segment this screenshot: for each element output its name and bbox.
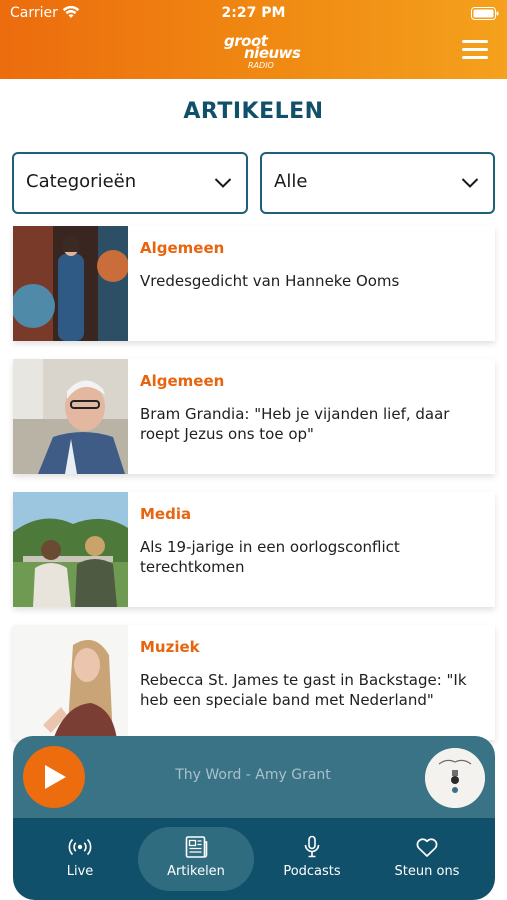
hamburger-menu-icon[interactable]	[462, 40, 488, 62]
article-title[interactable]: Vredesgedicht van Hanneke Ooms	[140, 271, 480, 291]
app-header: Carrier 2:27 PM groot nieuws RADIO	[0, 0, 507, 79]
clock: 2:27 PM	[221, 5, 286, 21]
now-playing-title: Thy Word - Amy Grant	[175, 767, 331, 783]
play-icon	[45, 765, 66, 789]
article-title[interactable]: Als 19-jarige in een oorlogsconflict ter…	[140, 537, 480, 577]
article-thumbnail	[13, 359, 128, 474]
album-art[interactable]	[425, 748, 485, 808]
logo-line-3: RADIO	[248, 61, 274, 70]
tab-label: Podcasts	[283, 864, 341, 879]
mini-player: Thy Word - Amy Grant	[13, 736, 495, 820]
page-title: ARTIKELEN	[183, 99, 324, 124]
chevron-down-icon	[461, 178, 479, 188]
article-title[interactable]: Bram Grandia: "Heb je vijanden lief, daa…	[140, 404, 480, 444]
tab-artikelen[interactable]: Artikelen	[138, 827, 254, 891]
scope-dropdown[interactable]: Alle	[260, 152, 495, 214]
broadcast-icon	[68, 838, 92, 856]
bottom-tab-bar: Live Artikelen Podcasts Steun ons	[13, 818, 495, 900]
article-category: Algemeen	[140, 372, 225, 390]
tab-steun-ons[interactable]: Steun ons	[369, 827, 485, 891]
article-category: Algemeen	[140, 239, 225, 257]
scope-dropdown-value: Alle	[274, 171, 308, 192]
battery-icon	[471, 7, 499, 20]
logo-line-2: nieuws	[244, 44, 301, 62]
groot-nieuws-radio-logo[interactable]: groot nieuws RADIO	[218, 30, 301, 74]
microphone-icon	[304, 835, 320, 858]
article-card[interactable]: Algemeen Vredesgedicht van Hanneke Ooms	[13, 226, 495, 341]
article-card[interactable]: Muziek Rebecca St. James te gast in Back…	[13, 625, 495, 740]
article-thumbnail	[13, 625, 128, 740]
tab-label: Live	[66, 864, 94, 879]
tab-podcasts[interactable]: Podcasts	[254, 827, 370, 891]
tab-label: Steun ons	[394, 864, 460, 879]
play-button[interactable]	[23, 746, 85, 808]
article-title[interactable]: Rebecca St. James te gast in Backstage: …	[140, 670, 480, 710]
newspaper-icon	[185, 836, 208, 858]
article-card[interactable]: Media Als 19-jarige in een oorlogsconfli…	[13, 492, 495, 607]
article-thumbnail	[13, 226, 128, 341]
category-dropdown[interactable]: Categorieën	[12, 152, 248, 214]
article-category: Muziek	[140, 638, 200, 656]
chevron-down-icon	[214, 178, 232, 188]
category-dropdown-value: Categorieën	[26, 171, 137, 192]
heart-icon	[416, 838, 438, 857]
article-card[interactable]: Algemeen Bram Grandia: "Heb je vijanden …	[13, 359, 495, 474]
tab-live[interactable]: Live	[22, 827, 138, 891]
article-category: Media	[140, 505, 192, 523]
article-thumbnail	[13, 492, 128, 607]
status-bar: Carrier 2:27 PM	[0, 0, 507, 28]
tab-label: Artikelen	[167, 864, 225, 879]
